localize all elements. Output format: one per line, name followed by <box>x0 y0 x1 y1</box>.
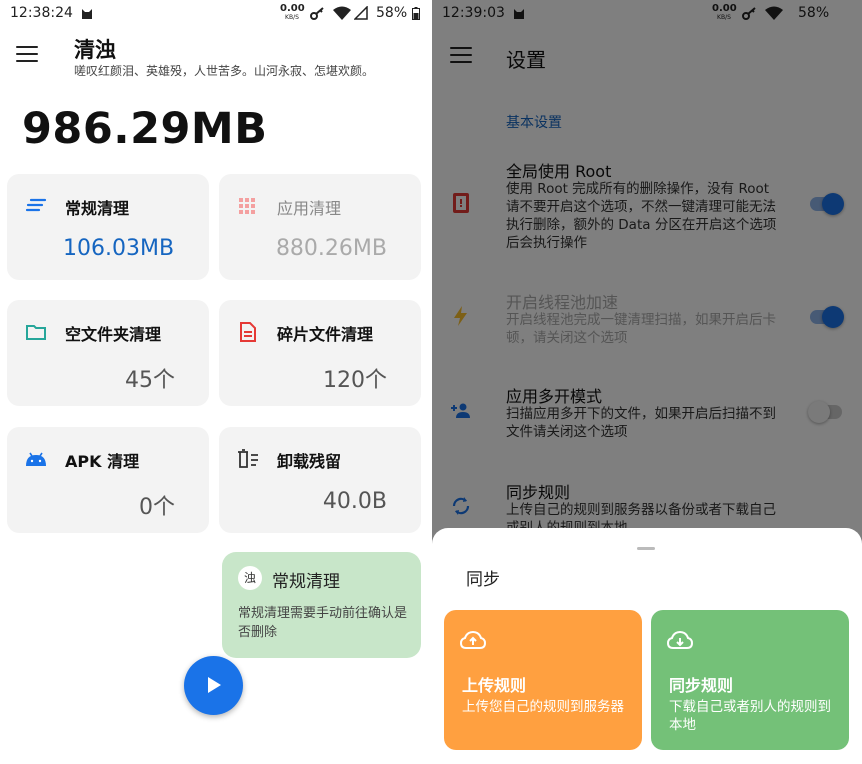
option-desc: 上传您自己的规则到服务器 <box>462 699 624 715</box>
card-empty-folder-clean[interactable]: 空文件夹清理 45个 <box>7 300 209 406</box>
card-label: APK 清理 <box>65 452 140 471</box>
card-label: 碎片文件清理 <box>277 325 374 344</box>
card-regular-clean[interactable]: 常规清理 106.03MB <box>7 174 209 280</box>
cloud-upload-icon <box>460 630 486 649</box>
notification-toast: 浊 常规清理 常规清理需要手动前往确认是否删除 <box>222 552 421 658</box>
start-clean-button[interactable] <box>184 656 243 715</box>
app-subtitle: 嗟叹红颜泪、英雄殁，人世苦多。山河永寂、怎堪欢颜。 <box>74 64 375 78</box>
status-bar: 12:38:24 0.00 KB/S 58% <box>0 0 430 28</box>
option-title: 同步规则 <box>669 676 734 695</box>
status-time: 12:38:24 <box>10 5 73 21</box>
battery-percent: 58% <box>376 5 408 21</box>
key-icon <box>310 7 324 20</box>
signal-icon <box>354 6 368 20</box>
settings-screen: 12:39:03 0.00 KB/S 58% 设置 基本设置 全局使用 Root… <box>432 0 862 764</box>
card-value: 106.03MB <box>63 236 175 261</box>
folder-icon <box>26 325 46 340</box>
card-value: 880.26MB <box>275 236 387 261</box>
document-icon <box>240 322 256 342</box>
trash-list-icon <box>238 449 258 468</box>
card-value: 0个 <box>139 495 175 520</box>
battery-icon <box>412 7 420 20</box>
toast-body: 常规清理需要手动前往确认是否删除 <box>238 606 408 640</box>
card-apk-clean[interactable]: APK 清理 0个 <box>7 427 209 533</box>
upload-rules-button[interactable]: 上传规则 上传您自己的规则到服务器 <box>444 610 642 750</box>
toast-title: 常规清理 <box>272 572 340 592</box>
app-icon: 浊 <box>238 566 262 590</box>
android-icon <box>26 452 46 466</box>
card-value: 120个 <box>323 368 387 393</box>
card-label: 常规清理 <box>65 199 130 218</box>
card-uninstall-residue-clean[interactable]: 卸载残留 40.0B <box>219 427 421 533</box>
sync-rules-button[interactable]: 同步规则 下载自己或者别人的规则到本地 <box>651 610 849 750</box>
grid-icon <box>239 198 255 214</box>
card-value: 45个 <box>125 368 175 393</box>
cloud-download-icon <box>667 630 693 649</box>
wifi-icon <box>333 6 351 20</box>
option-desc: 下载自己或者别人的规则到本地 <box>669 699 831 733</box>
card-fragment-file-clean[interactable]: 碎片文件清理 120个 <box>219 300 421 406</box>
card-value: 40.0B <box>322 489 387 514</box>
card-label: 应用清理 <box>277 199 342 218</box>
menu-icon[interactable] <box>16 46 38 64</box>
cleaner-home-screen: 12:38:24 0.00 KB/S 58% 清浊 嗟叹红颜泪、英雄殁，人世苦多… <box>0 0 430 764</box>
card-label: 空文件夹清理 <box>65 325 162 344</box>
network-speed: 0.00 KB/S <box>280 3 305 22</box>
app-title: 清浊 <box>74 38 116 62</box>
option-title: 上传规则 <box>462 676 527 695</box>
card-label: 卸载残留 <box>277 452 342 471</box>
sheet-title: 同步 <box>466 570 500 590</box>
card-app-clean[interactable]: 应用清理 880.26MB <box>219 174 421 280</box>
cat-notification-icon <box>82 9 92 19</box>
total-junk-size: 986.29MB <box>22 104 268 154</box>
drag-handle[interactable] <box>637 547 655 550</box>
sync-bottom-sheet: 同步 上传规则 上传您自己的规则到服务器 同步规则 下载自己或者别人的规则到本地 <box>432 528 862 764</box>
lines-icon <box>25 198 47 212</box>
